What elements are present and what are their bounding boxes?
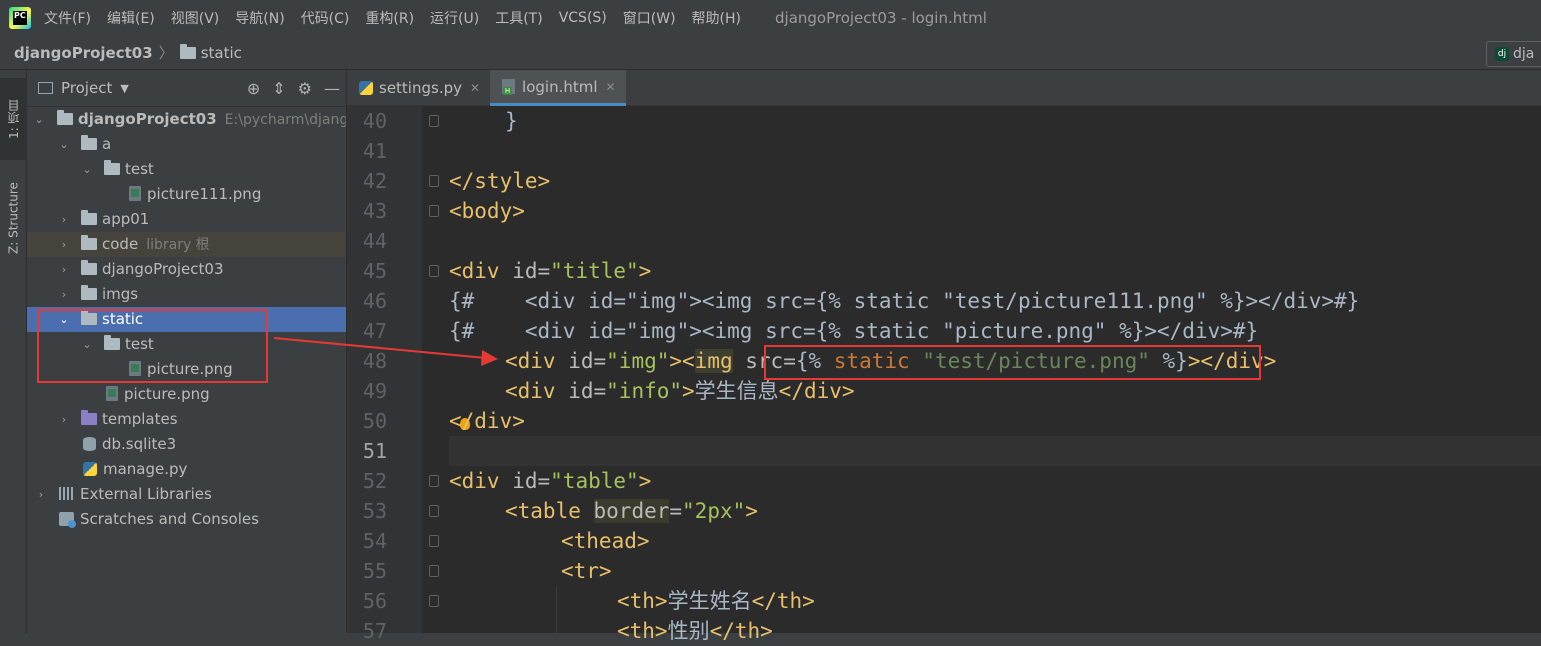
annotation-arrow bbox=[273, 337, 498, 366]
